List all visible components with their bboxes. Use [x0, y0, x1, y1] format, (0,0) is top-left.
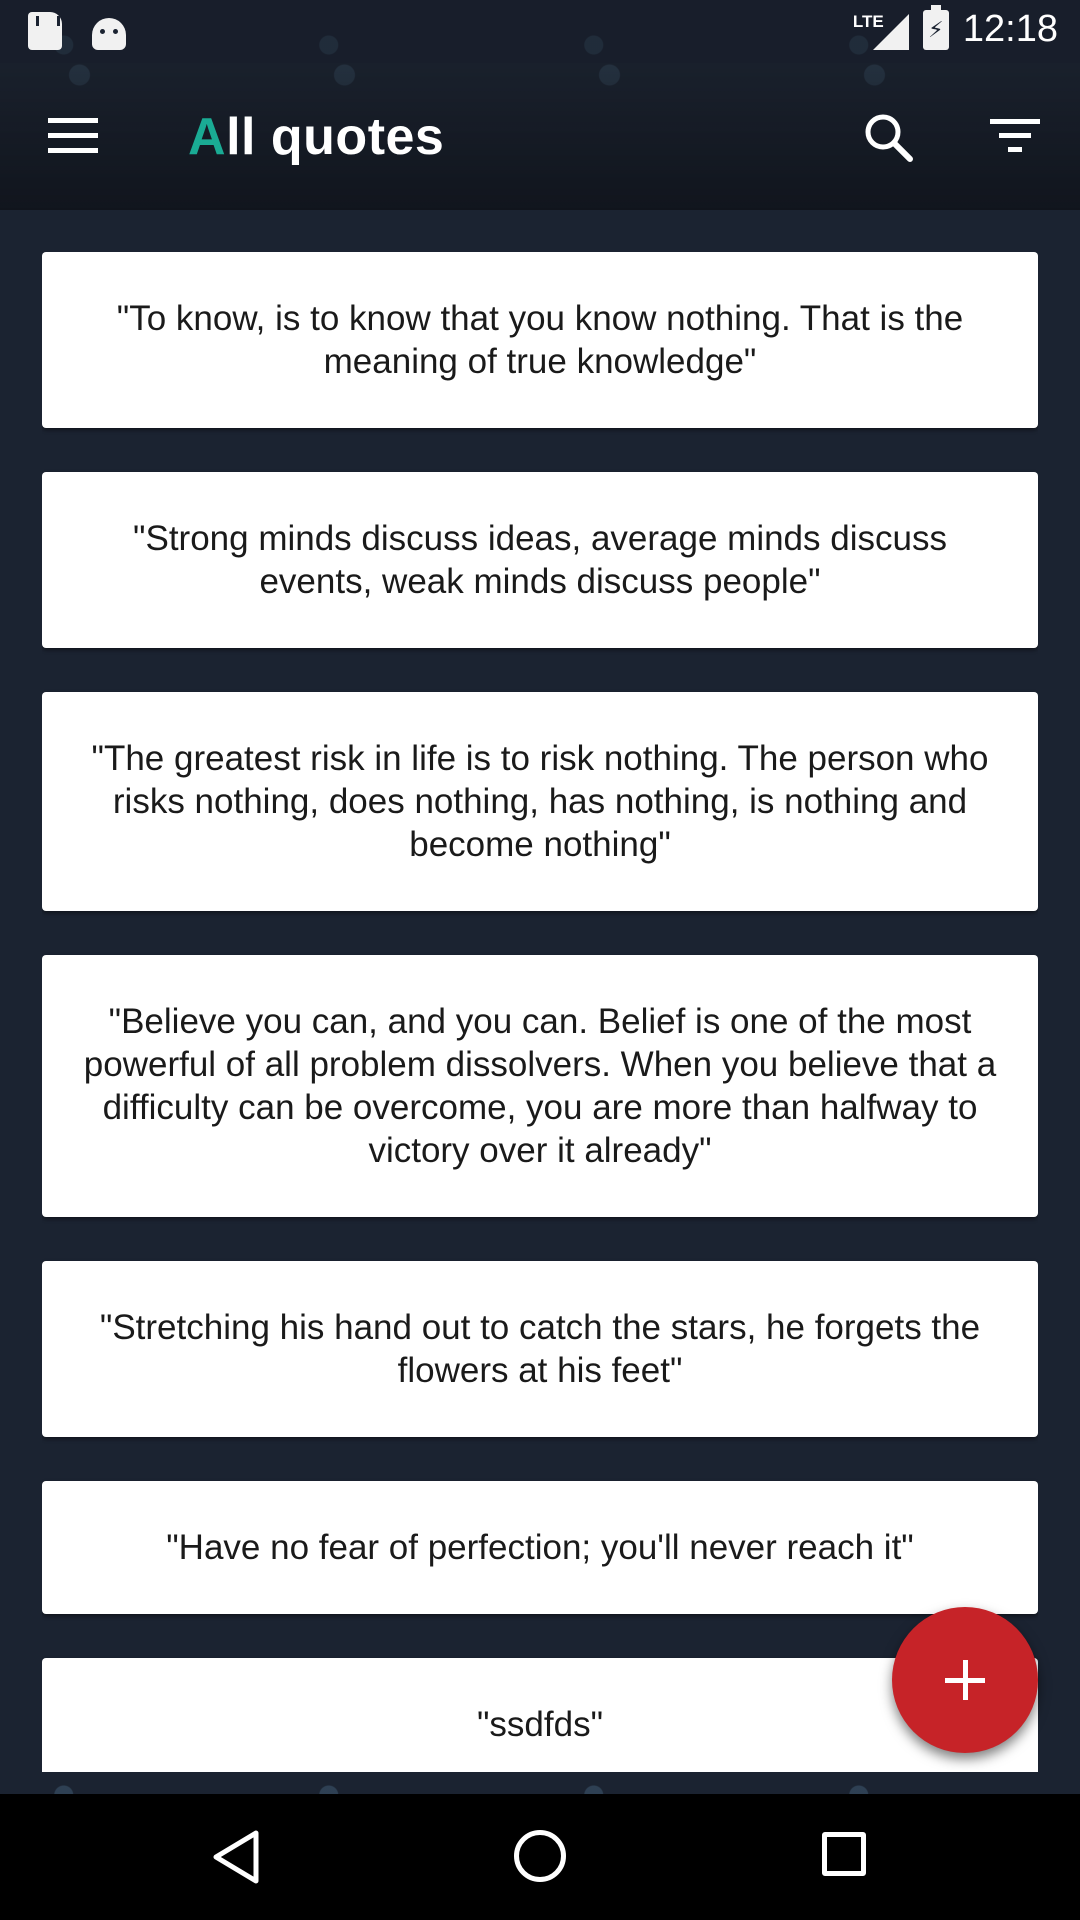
quote-card[interactable]: "Have no fear of perfection; you'll neve…	[42, 1481, 1038, 1614]
recents-icon[interactable]	[822, 1832, 866, 1876]
battery-charging-icon: ⚡	[922, 4, 949, 50]
quote-card[interactable]: "Strong minds discuss ideas, average min…	[42, 472, 1038, 648]
android-icon	[92, 18, 126, 50]
title-rest: ll quotes	[226, 108, 445, 166]
quote-card[interactable]: "To know, is to know that you know nothi…	[42, 252, 1038, 428]
quote-text: "ssdfds"	[476, 1705, 603, 1744]
quote-text: "Strong minds discuss ideas, average min…	[133, 519, 947, 601]
status-time: 12:18	[962, 8, 1058, 50]
lte-signal-icon: LTE	[853, 10, 909, 50]
status-left	[28, 12, 126, 50]
page-title: All quotes	[188, 107, 444, 167]
filter-icon[interactable]	[990, 115, 1042, 155]
title-accent-letter: A	[188, 108, 227, 166]
home-icon[interactable]	[514, 1830, 566, 1882]
quote-text: "Believe you can, and you can. Belief is…	[83, 1002, 997, 1170]
quote-card[interactable]: "ssdfds"	[42, 1658, 1038, 1772]
sd-card-icon	[28, 12, 62, 50]
quote-text: "Have no fear of perfection; you'll neve…	[166, 1528, 914, 1567]
back-icon[interactable]	[208, 1827, 268, 1887]
menu-icon[interactable]	[48, 118, 98, 154]
navigation-bar	[0, 1794, 1080, 1920]
quote-card[interactable]: "The greatest risk in life is to risk no…	[42, 692, 1038, 911]
status-bar: LTE ⚡ 12:18	[0, 0, 1080, 63]
quote-card[interactable]: "Stretching his hand out to catch the st…	[42, 1261, 1038, 1437]
quote-text: "Stretching his hand out to catch the st…	[99, 1308, 981, 1390]
quote-text: "The greatest risk in life is to risk no…	[91, 739, 989, 864]
app-toolbar: All quotes	[0, 63, 1080, 210]
signal-icon	[872, 13, 909, 50]
quote-text: "To know, is to know that you know nothi…	[116, 299, 964, 381]
add-quote-button[interactable]	[892, 1607, 1038, 1753]
screen: LTE ⚡ 12:18 All quotes "To know, is to k…	[0, 0, 1080, 1920]
status-right: LTE ⚡ 12:18	[853, 4, 1058, 51]
quote-list[interactable]: "To know, is to know that you know nothi…	[42, 252, 1038, 1772]
search-icon[interactable]	[862, 111, 914, 163]
quote-card[interactable]: "Believe you can, and you can. Belief is…	[42, 955, 1038, 1217]
